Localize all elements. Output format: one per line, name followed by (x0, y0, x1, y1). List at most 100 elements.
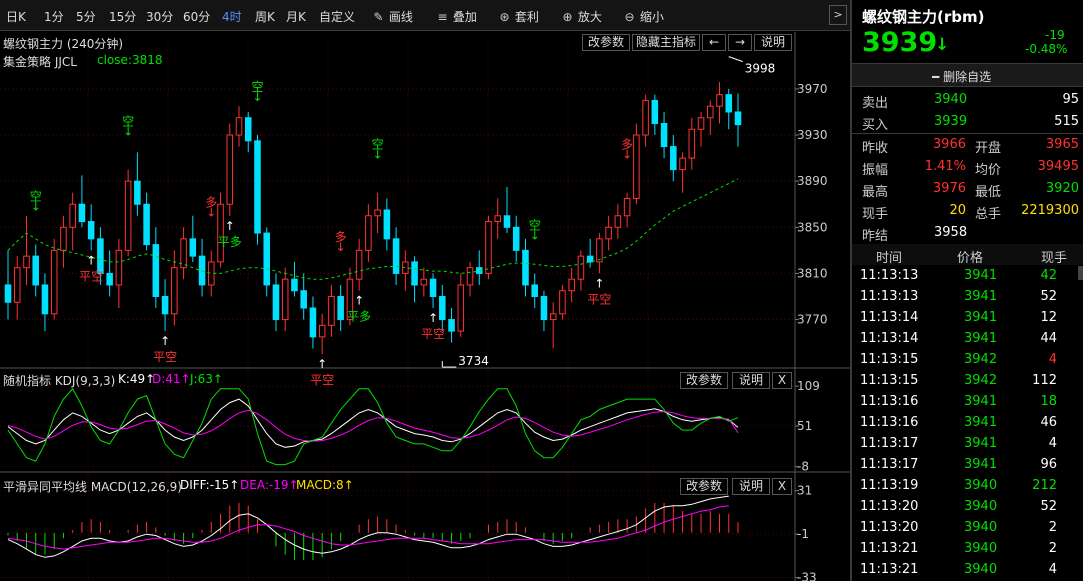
pencil-icon: ✎ (373, 10, 384, 24)
kdj-edit-params-button[interactable]: 改参数 (680, 372, 728, 389)
candle-body (254, 140, 261, 234)
strategy-label: 集金策略 JJCL (3, 55, 77, 69)
collapse-panel-button[interactable]: > (829, 5, 847, 25)
close-value-label: close:3818 (97, 53, 163, 67)
period-1min[interactable]: 1分 (44, 8, 64, 25)
bag-icon: ⊛ (499, 10, 510, 24)
tick-row: 11:13:17 3941 96 (860, 457, 1057, 472)
arrow-right-icon: → (734, 35, 746, 49)
candle-body (78, 203, 86, 223)
extreme-marker-label: 3734 (458, 354, 489, 368)
stack-icon: ≡ (437, 10, 448, 24)
period-15min[interactable]: 15分 (109, 8, 136, 25)
price-change: -19 (1045, 28, 1065, 42)
zoom-in-icon: ⊕ (562, 10, 573, 24)
main-help-button[interactable]: 说明 (754, 34, 792, 51)
tick-row: 11:13:16 3941 46 (860, 415, 1057, 430)
candle-body (577, 255, 585, 280)
period-4h[interactable]: 4时 (222, 8, 242, 25)
candle-body (244, 117, 252, 142)
ticks-header: 时间 价格 现手 (852, 244, 1083, 266)
candle-body (32, 255, 39, 286)
signal-label: 多 (335, 230, 347, 244)
candle-body (198, 255, 206, 286)
kdj-line-k (7, 398, 739, 448)
signal-label: 空 (529, 218, 541, 232)
kdj-close-button[interactable]: X (772, 372, 792, 389)
arrow-left-icon: ← (708, 35, 720, 49)
candle-body (272, 284, 280, 321)
candle-body (171, 267, 178, 315)
signal-label: 多 (205, 195, 217, 209)
candle-body (494, 215, 502, 223)
chart-canvas[interactable]: 39703930389038503810377010951-831-1-33↓空… (0, 32, 850, 581)
tick-row: 11:13:14 3941 44 (860, 331, 1057, 346)
candle-body (512, 226, 520, 251)
signal-label: 平空 (79, 269, 103, 283)
stat-row: 最高 3976 最低 3920 (862, 181, 1079, 200)
signal-label: 平空 (310, 373, 334, 387)
zoom-out-button[interactable]: ⊖ 缩小 (623, 8, 663, 25)
macd-dea-value: DEA:-19↑ (240, 478, 299, 492)
axis-tick-label: 109 (797, 379, 820, 393)
toolbar: 日K 1分 5分 15分 30分 60分 4时 周K 月K 自定义 ✎ 画线 ≡… (0, 0, 850, 31)
signal-label: 平空 (421, 327, 445, 341)
arrow-down-icon: ↓ (935, 35, 950, 55)
candle-body (263, 232, 271, 286)
period-60min[interactable]: 60分 (183, 8, 210, 25)
stat-row: 振幅 1.41% 均价 39495 (862, 159, 1079, 178)
remove-watchlist-button[interactable]: ━ 删除自选 (852, 63, 1083, 87)
extreme-marker-label: 3998 (745, 62, 776, 76)
period-30min[interactable]: 30分 (146, 8, 173, 25)
draw-line-button[interactable]: ✎ 画线 (372, 8, 412, 25)
period-week[interactable]: 周K (255, 8, 275, 25)
period-custom[interactable]: 自定义 (319, 8, 355, 25)
candle-body (651, 99, 659, 125)
ticks-scrollbar[interactable] (1078, 266, 1083, 280)
candle-body (281, 278, 289, 321)
candle-body (13, 267, 21, 303)
candle-body (688, 128, 696, 159)
macd-close-button[interactable]: X (772, 478, 792, 495)
chart-area[interactable]: 3970 3930 3890 3850 3810 3770 109 51 -8 31 -1 -33 ↓ 空… (0, 32, 850, 581)
macd-edit-params-button[interactable]: 改参数 (680, 478, 728, 495)
period-day[interactable]: 日K (6, 8, 26, 25)
candle-body (355, 249, 363, 280)
signal-arrow-up: ↑ (428, 311, 438, 325)
signal-label: 空 (122, 115, 134, 129)
candle-body (725, 94, 733, 113)
kdj-help-button[interactable]: 说明 (732, 372, 770, 389)
candle-body (679, 157, 686, 171)
candle-body (337, 295, 344, 321)
stat-row: 昨收 3966 开盘 3965 (862, 137, 1079, 156)
axis-tick-label: 51 (797, 419, 812, 433)
arrow-right-button[interactable]: → (728, 34, 752, 51)
arbitrage-button[interactable]: ⊛ 套利 (498, 8, 538, 25)
signal-label: 空 (30, 190, 42, 204)
arrow-left-button[interactable]: ← (702, 34, 726, 51)
candle-body (540, 295, 548, 321)
period-5min[interactable]: 5分 (76, 8, 96, 25)
signal-label: 平空 (587, 292, 611, 306)
zoom-in-button[interactable]: ⊕ 放大 (561, 8, 601, 25)
close-icon: X (777, 479, 787, 493)
signal-label: 平多 (347, 310, 371, 324)
candle-body (623, 197, 631, 217)
candle-body (707, 105, 714, 119)
candle-body (161, 295, 169, 315)
candle-body (189, 238, 197, 257)
axis-tick-label: 31 (797, 484, 812, 498)
candle-body (697, 117, 705, 130)
ask-row: 卖出 3940 95 (862, 92, 1079, 111)
main-edit-params-button[interactable]: 改参数 (582, 34, 630, 51)
signal-label: 平多 (218, 235, 242, 249)
candle-body (106, 272, 113, 286)
hide-main-indicator-button[interactable]: 隐藏主指标 (632, 34, 700, 51)
overlay-button[interactable]: ≡ 叠加 (436, 8, 476, 25)
kdj-j-value: J:63↑ (190, 372, 223, 386)
period-month[interactable]: 月K (286, 8, 306, 25)
candle-body (614, 215, 622, 228)
kdj-d-value: D:41↑ (152, 372, 191, 386)
candle-body (466, 267, 474, 286)
macd-help-button[interactable]: 说明 (732, 478, 770, 495)
